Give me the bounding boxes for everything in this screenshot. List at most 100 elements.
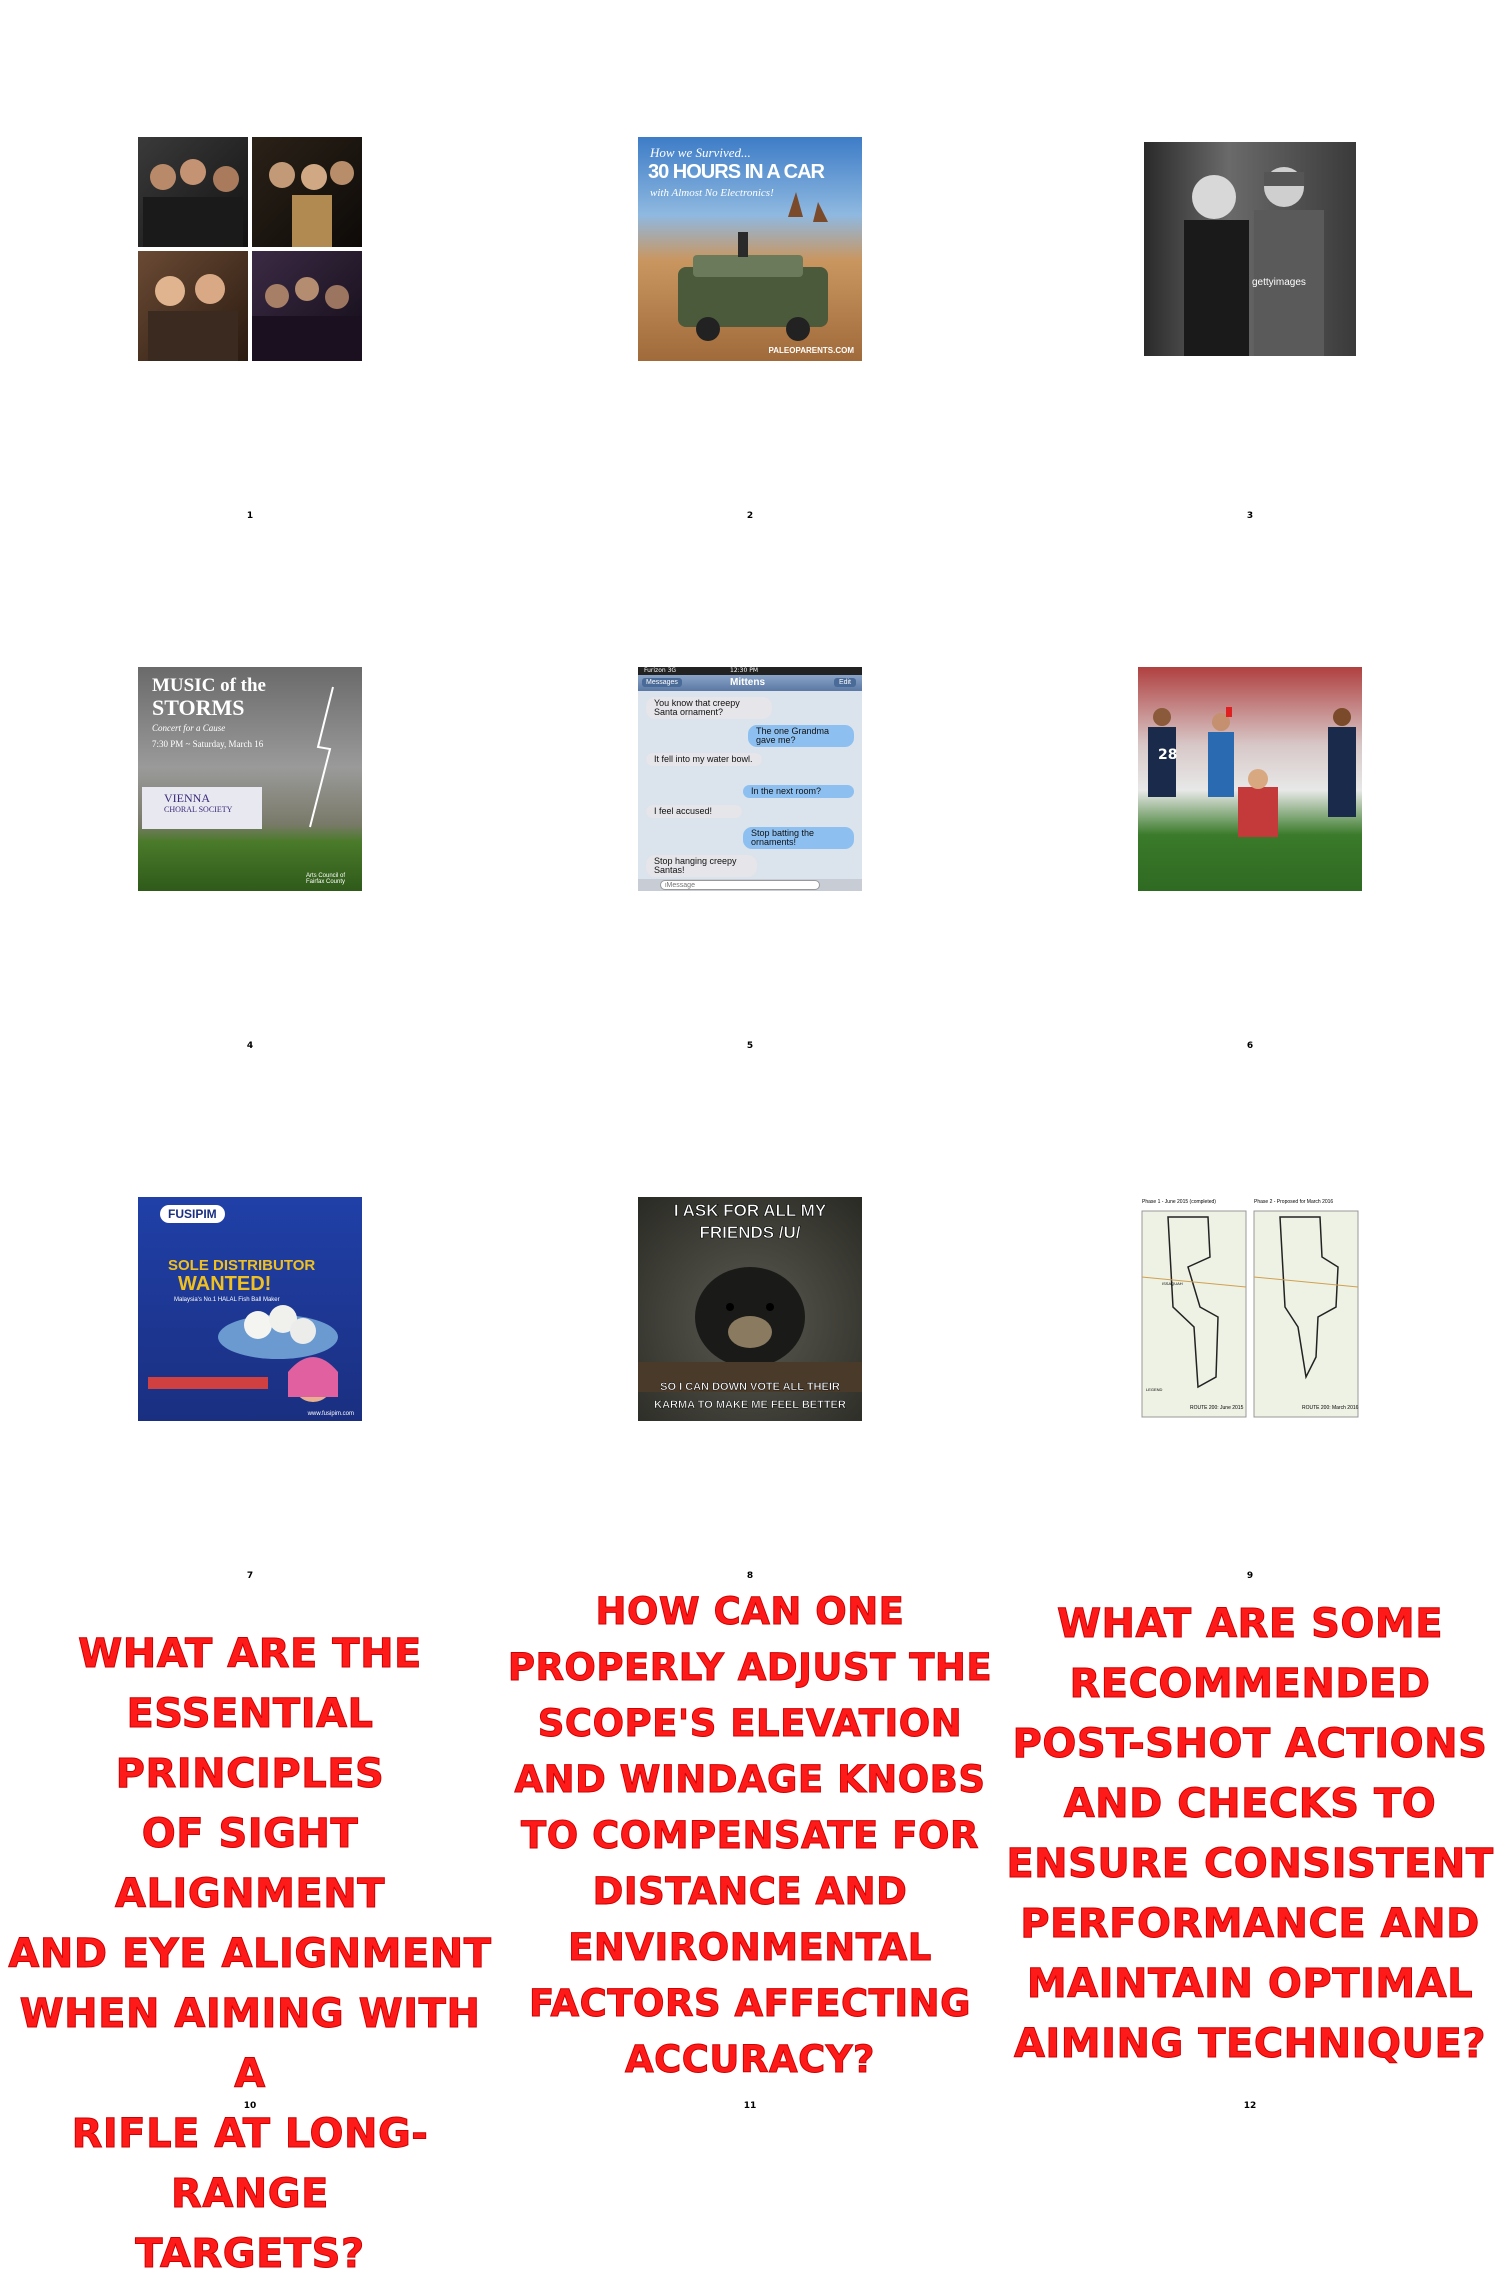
image-confession-bear-meme[interactable]: I ASK FOR ALL MY FRIENDS /U/ SO I CAN DO…: [638, 1197, 862, 1421]
question-line: POST-SHOT ACTIONS: [1012, 1721, 1488, 1768]
grid-label: 10: [243, 2101, 257, 2111]
image-road-trip-poster[interactable]: How we Survived... 30 HOURS IN A CAR wit…: [638, 137, 862, 361]
meme-top-line-2: FRIENDS /U/: [699, 1223, 801, 1243]
choral-logo-box: VIENNA CHORAL SOCIETY: [142, 787, 262, 829]
question-line: ENVIRONMENTAL: [568, 1926, 932, 1970]
maps-graphic: [1141, 1210, 1359, 1418]
flyer-title-1: MUSIC of the: [152, 675, 266, 696]
collage-photo-4: [252, 251, 362, 361]
input-bar: [638, 879, 862, 891]
clock-text: 12:30 PM: [730, 667, 758, 674]
fishball-graphic: [148, 1305, 338, 1402]
collage-photo-3: [138, 251, 248, 361]
message-bubble: Stop hanging creepy Santas!: [646, 855, 757, 877]
question-line: AND WINDAGE KNOBS: [514, 1758, 986, 1802]
contact-name: Mittens: [730, 677, 765, 688]
status-bar: Furizon 3G 12:30 PM: [638, 667, 862, 675]
map-left-route: ROUTE 200: June 2015: [1190, 1405, 1244, 1411]
question-line: WHAT ARE SOME: [1056, 1601, 1444, 1648]
cell-1: 1: [0, 0, 500, 530]
meme-bottom-line-1: SO I CAN DOWN VOTE ALL THEIR: [660, 1381, 840, 1393]
cell-7: FUSIPIM SOLE DISTRIBUTOR WANTED! Malaysi…: [0, 1060, 500, 1590]
question-line: AND EYE ALIGNMENT: [8, 1931, 492, 1978]
edit-button[interactable]: Edit: [833, 678, 856, 687]
question-line: RECOMMENDED: [1069, 1661, 1431, 1708]
image-vintage-photo[interactable]: gettyimages: [1144, 142, 1356, 356]
vintage-figures-graphic: [1184, 167, 1324, 356]
question-line: HOW CAN ONE: [595, 1590, 905, 1634]
cell-10: WHAT ARE THE ESSENTIAL PRINCIPLES OF SIG…: [0, 1590, 500, 2278]
question-line: ENSURE CONSISTENT: [1006, 1841, 1494, 1888]
map-legend-label: LEGEND: [1146, 1387, 1163, 1392]
question-line: FACTORS AFFECTING: [529, 1982, 972, 2026]
football-players-graphic: [1148, 707, 1356, 837]
grid-label: 8: [746, 1571, 754, 1581]
image-football-match[interactable]: 28: [1138, 667, 1362, 891]
message-bubble: The one Grandma gave me?: [748, 725, 854, 747]
back-button[interactable]: Messages: [642, 678, 682, 687]
question-line: TO COMPENSATE FOR: [521, 1814, 979, 1858]
cell-4: MUSIC of the STORMS Concert for a Cause …: [0, 530, 500, 1060]
map-left-title: Phase 1 - June 2015 (completed): [1142, 1199, 1216, 1205]
question-text-3: WHAT ARE SOME RECOMMENDED POST-SHOT ACTI…: [1000, 1594, 1500, 2074]
flyer-date: 7:30 PM ~ Saturday, March 16: [152, 739, 264, 749]
image-concert-flyer[interactable]: MUSIC of the STORMS Concert for a Cause …: [138, 667, 362, 891]
question-line: PERFORMANCE AND: [1020, 1901, 1480, 1948]
question-line: DISTANCE AND: [592, 1870, 908, 1914]
org-name-2: CHORAL SOCIETY: [164, 805, 233, 814]
map-right-route: ROUTE 200: March 2016: [1302, 1405, 1359, 1411]
question-line: AIMING TECHNIQUE?: [1013, 2021, 1487, 2068]
question-line: TARGETS?: [135, 2231, 365, 2278]
meme-top-line-1: I ASK FOR ALL MY: [673, 1201, 827, 1221]
flyer-subtitle: Concert for a Cause: [152, 723, 226, 733]
image-fusipim-ad[interactable]: FUSIPIM SOLE DISTRIBUTOR WANTED! Malaysi…: [138, 1197, 362, 1421]
cell-5: Furizon 3G 12:30 PM Messages Mittens Edi…: [500, 530, 1000, 1060]
question-line: ACCURACY?: [624, 2038, 876, 2082]
org-name-1: VIENNA: [164, 791, 210, 805]
message-bubble: It fell into my water bowl.: [646, 753, 762, 766]
grid-label: 9: [1246, 1571, 1254, 1581]
message-bubble: You know that creepy Santa ornament?: [646, 697, 772, 719]
map-town-label: ISSAQUAH: [1162, 1281, 1183, 1286]
message-bubble: I feel accused!: [646, 805, 742, 818]
message-bubble: Stop batting the ornaments!: [743, 827, 854, 849]
question-line: PROPERLY ADJUST THE: [507, 1646, 993, 1690]
carrier-text: Furizon 3G: [644, 667, 677, 674]
image-route-maps[interactable]: Phase 1 - June 2015 (completed) Phase 2 …: [1138, 1197, 1362, 1421]
message-bubble: In the next room?: [743, 785, 854, 798]
nav-bar: Messages Mittens Edit: [638, 675, 862, 691]
collage-photo-1: [138, 137, 248, 247]
imessage-input[interactable]: [660, 880, 820, 890]
grid-label: 11: [743, 2101, 757, 2111]
question-line: RIFLE AT LONG-RANGE: [71, 2111, 429, 2218]
cell-12: WHAT ARE SOME RECOMMENDED POST-SHOT ACTI…: [1000, 1590, 1500, 2120]
image-celebrity-collage[interactable]: [138, 137, 362, 361]
cell-9: Phase 1 - June 2015 (completed) Phase 2 …: [1000, 1060, 1500, 1590]
cell-2: How we Survived... 30 HOURS IN A CAR wit…: [500, 0, 1000, 530]
poster-line-1: How we Survived...: [650, 145, 751, 160]
cell-8: I ASK FOR ALL MY FRIENDS /U/ SO I CAN DO…: [500, 1060, 1000, 1590]
question-text-2: HOW CAN ONE PROPERLY ADJUST THE SCOPE'S …: [500, 1584, 1000, 2088]
flyer-title-2: STORMS: [152, 695, 245, 720]
poster-credit: PALEOPARENTS.COM: [768, 346, 854, 355]
grid-label: 6: [1246, 1041, 1254, 1051]
collage-photo-2: [252, 137, 362, 247]
grid-label: 3: [1246, 511, 1254, 521]
watermark-text: gettyimages: [1252, 277, 1306, 288]
question-line: OF SIGHT ALIGNMENT: [114, 1811, 386, 1918]
question-line: WHAT ARE THE: [78, 1631, 422, 1678]
grid-label: 2: [746, 511, 754, 521]
grid-label: 5: [746, 1041, 754, 1051]
map-right-title: Phase 2 - Proposed for March 2016: [1254, 1199, 1334, 1205]
grid-label: 1: [246, 511, 254, 521]
sponsor-text: Arts Council of Fairfax County: [306, 873, 346, 885]
poster-headline: 30 HOURS IN A CAR: [648, 161, 825, 183]
poster-line-3: with Almost No Electronics!: [650, 187, 774, 199]
ad-url: www.fusipim.com: [307, 1411, 354, 1417]
question-line: ESSENTIAL PRINCIPLES: [115, 1691, 385, 1798]
question-line: AND CHECKS TO: [1063, 1781, 1437, 1828]
image-text-message[interactable]: Furizon 3G 12:30 PM Messages Mittens Edi…: [638, 667, 862, 891]
question-text-1: WHAT ARE THE ESSENTIAL PRINCIPLES OF SIG…: [0, 1624, 500, 2284]
cell-6: 28 6: [1000, 530, 1500, 1060]
question-line: MAINTAIN OPTIMAL: [1026, 1961, 1474, 2008]
